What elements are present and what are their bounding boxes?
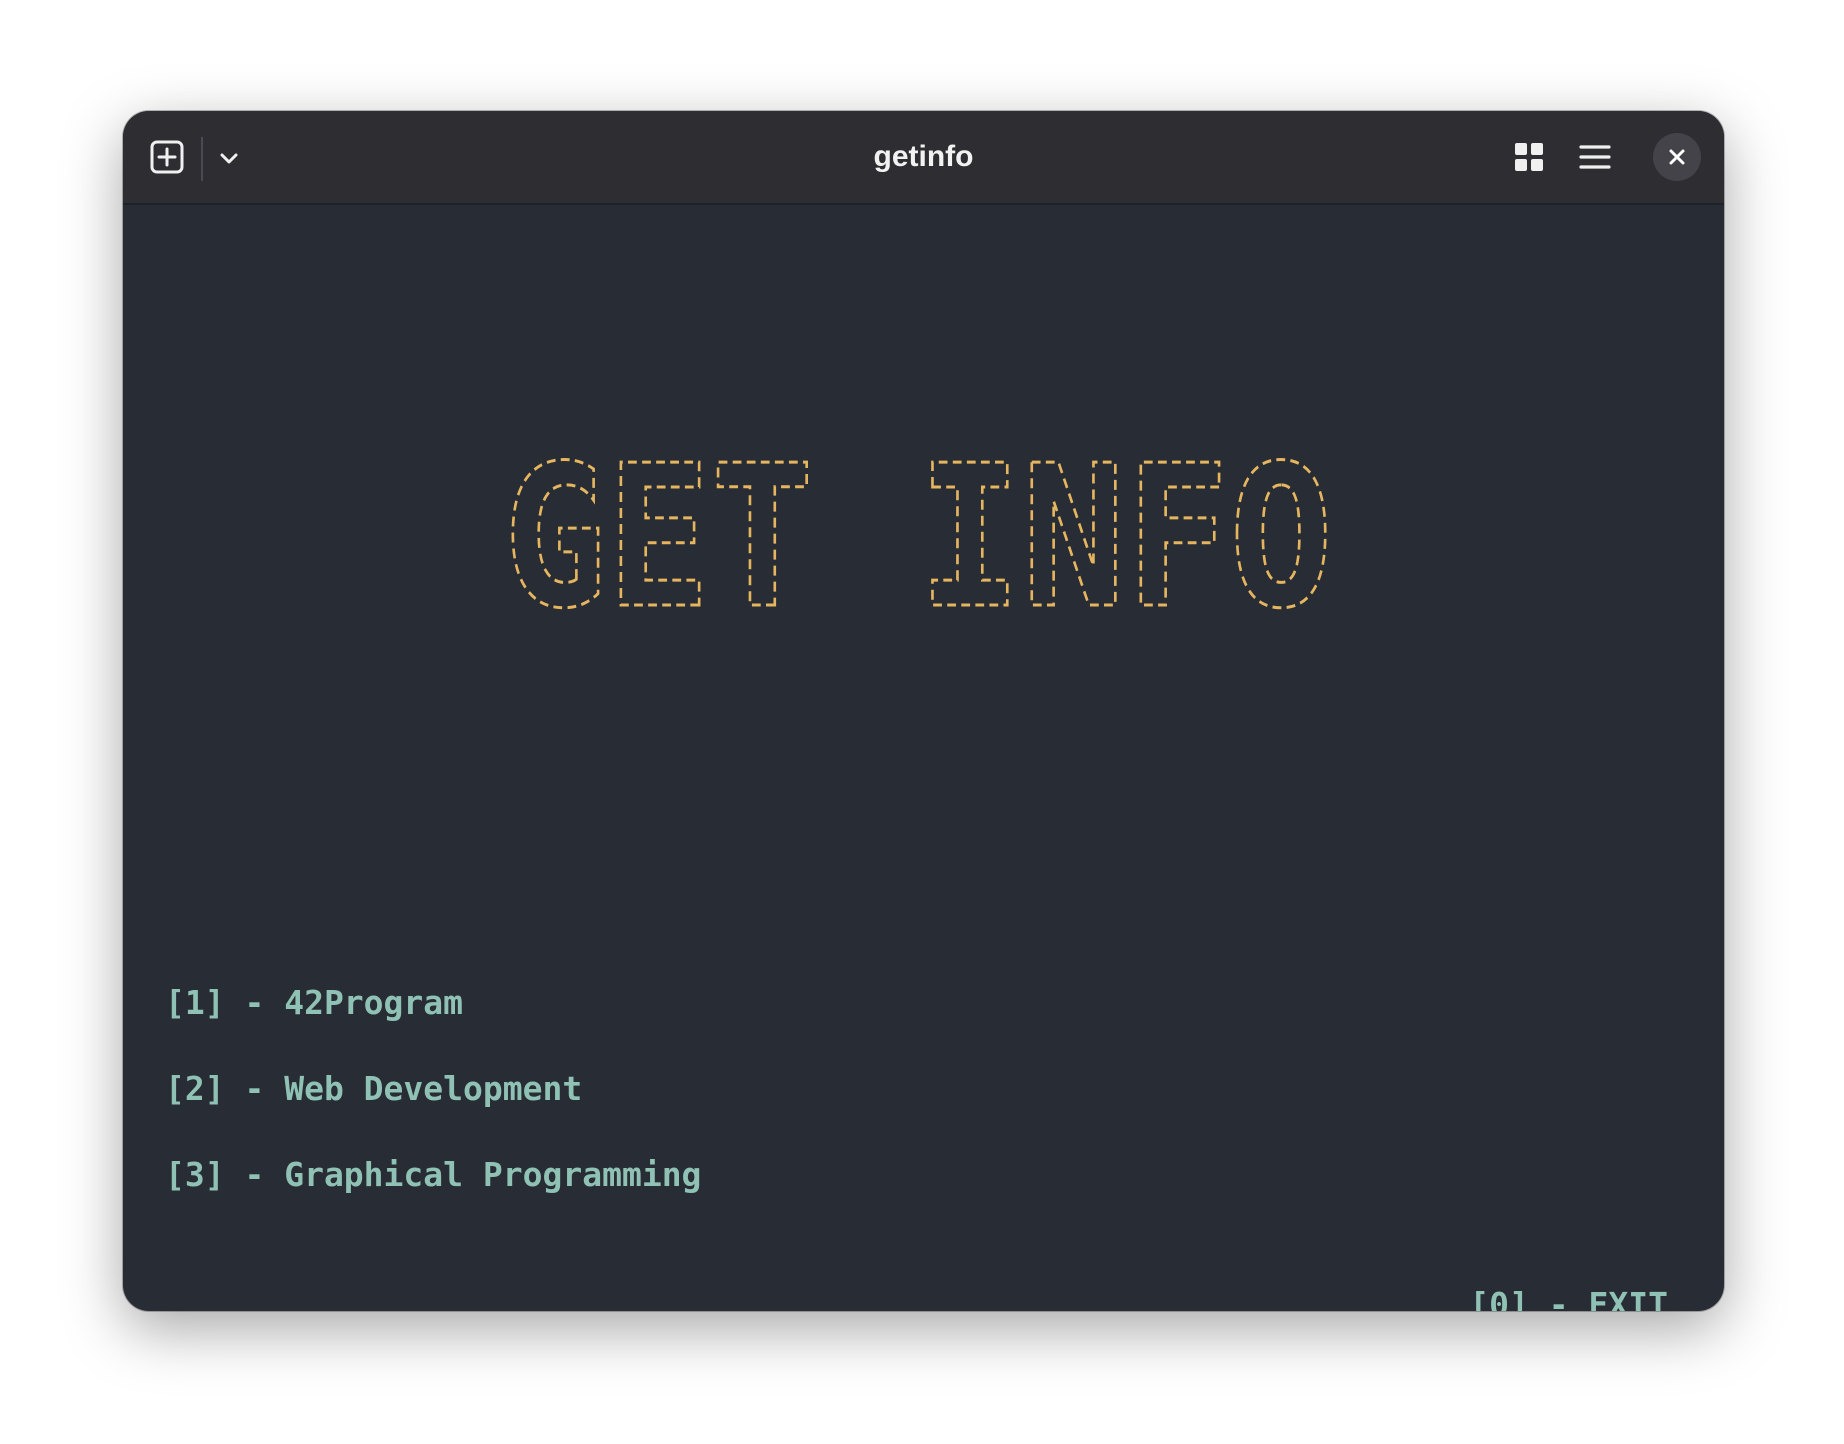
menu-item-exit: [0] - EXIT bbox=[1469, 1285, 1668, 1311]
ascii-banner-text: GET INFO bbox=[503, 437, 1333, 637]
close-button[interactable] bbox=[1653, 133, 1701, 181]
menu-item-web-development: [2] - Web Development bbox=[165, 1069, 583, 1108]
grid-icon bbox=[1515, 143, 1543, 171]
terminal-window: getinfo GET INFO [1] - 42Program [2] - W… bbox=[123, 111, 1724, 1311]
terminal-content[interactable]: GET INFO [1] - 42Program [2] - Web Devel… bbox=[123, 205, 1724, 1311]
close-icon bbox=[1669, 149, 1685, 165]
main-menu-button[interactable] bbox=[1573, 135, 1617, 179]
window-title: getinfo bbox=[873, 140, 974, 173]
ascii-banner: GET INFO bbox=[502, 437, 1335, 637]
menu-item-42program: [1] - 42Program bbox=[165, 983, 464, 1022]
titlebar: getinfo bbox=[123, 111, 1724, 205]
hamburger-menu-icon bbox=[1579, 145, 1611, 169]
grid-view-button[interactable] bbox=[1507, 135, 1551, 179]
menu-item-graphical-programming: [3] - Graphical Programming bbox=[165, 1155, 702, 1194]
